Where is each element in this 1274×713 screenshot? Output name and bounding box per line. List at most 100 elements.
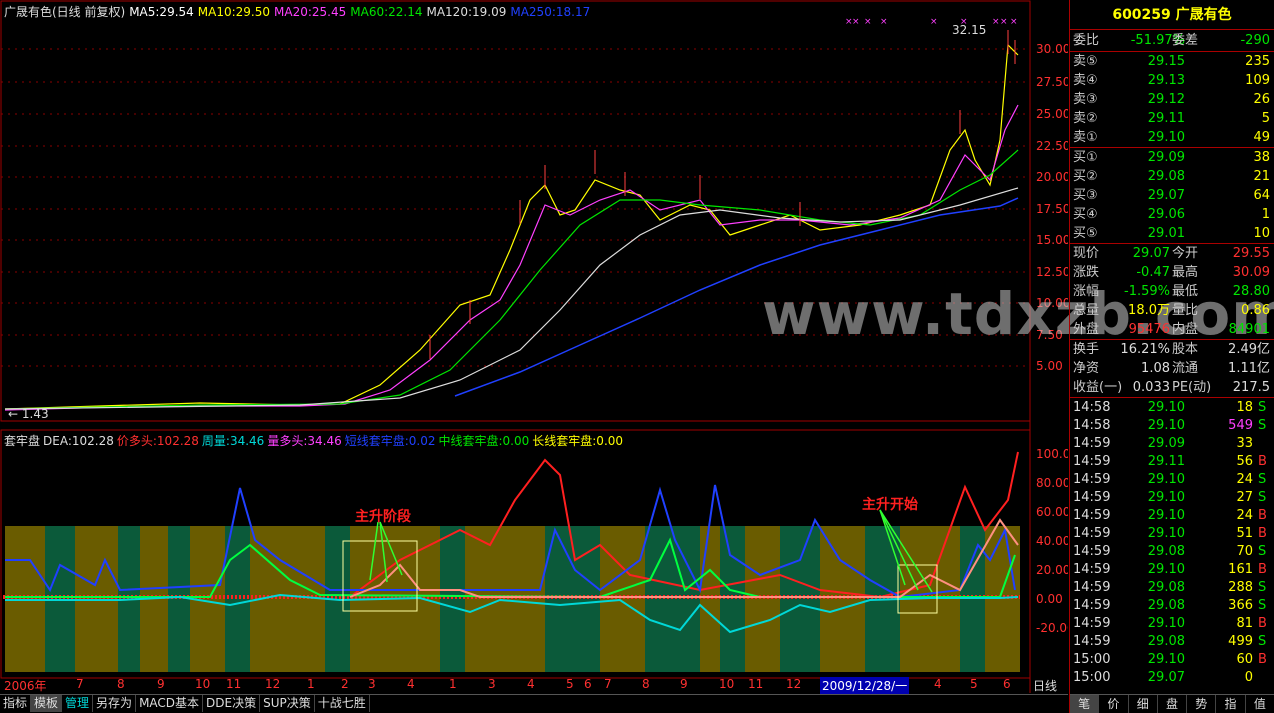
quote-tab[interactable]: 价	[1099, 695, 1129, 713]
bottom-toolbar: 指标 模板 管理 另存为 MACD基本 DDE决策 SUP决策 十战七胜	[0, 694, 1068, 713]
indicator-tick-label: 80.00	[1036, 476, 1068, 490]
tick-row: 15:00 29.10 60 B	[1070, 650, 1274, 668]
finance-row: 换手 16.21% 股本 2.49亿	[1070, 340, 1274, 359]
price-tick-label: 20.00	[1036, 170, 1068, 184]
quote-tab[interactable]: 势	[1187, 695, 1217, 713]
tick-volume: 24	[1236, 472, 1253, 487]
tick-row: 14:59 29.08 288 S	[1070, 578, 1274, 596]
tick-volume: 288	[1228, 580, 1253, 595]
quote-tab[interactable]: 盘	[1158, 695, 1188, 713]
indicator-tick-label: 40.00	[1036, 534, 1068, 548]
tick-time: 14:58	[1073, 418, 1111, 433]
date-tick-label: 9	[157, 677, 165, 691]
indicator-tick-label: 100.00	[1036, 447, 1068, 461]
stat-label: 总量	[1073, 303, 1100, 318]
ask-price: 29.10	[1147, 130, 1185, 145]
quote-tab[interactable]: 值	[1246, 695, 1274, 713]
period-label[interactable]: 日线	[1033, 677, 1057, 694]
tick-time: 14:59	[1073, 598, 1111, 613]
quote-tab[interactable]: 细	[1129, 695, 1158, 713]
tick-row: 14:58 29.10 18 S	[1070, 398, 1274, 416]
ask-volume: 235	[1245, 54, 1270, 69]
indicator-legend-item: 中线套牢盘:0.00	[438, 434, 530, 448]
tick-price: 29.10	[1147, 418, 1185, 433]
tick-side: B	[1258, 508, 1267, 523]
tick-volume: 24	[1236, 508, 1253, 523]
finance-label: PE(动)	[1172, 380, 1212, 395]
stat-value: 95476	[1128, 322, 1170, 337]
tick-volume: 27	[1236, 490, 1253, 505]
tick-side: B	[1258, 616, 1267, 631]
ma-legend-item: MA5:29.54	[129, 5, 194, 19]
toolbar-tab[interactable]: 模板	[31, 695, 63, 712]
weibi-row: 委比 -51.97% 委差 -290	[1070, 30, 1274, 52]
toolbar-tab[interactable]: 指标	[0, 695, 32, 712]
bid-label: 买③	[1073, 188, 1098, 203]
signal-marker: ×	[852, 17, 860, 27]
finance-value: 0.033	[1132, 380, 1170, 395]
indicator-band	[600, 526, 645, 672]
finance-value: 1.11亿	[1228, 361, 1270, 376]
stats-list: 现价 29.07 今开 29.55 涨跌 -0.47 最高 30.09 涨幅 -1.59% 最低 28…	[1070, 244, 1274, 340]
tick-row: 14:59 29.10 24 B	[1070, 506, 1274, 524]
toolbar-tab[interactable]: DDE决策	[203, 695, 261, 712]
bid-price: 29.01	[1147, 226, 1185, 241]
tick-list[interactable]: 14:58 29.10 18 S 14:58 29.10 549 S 14:59 29.09 33 1…	[1070, 398, 1274, 686]
date-tick-label: 4	[934, 677, 942, 691]
quote-tab[interactable]: 指	[1216, 695, 1246, 713]
indicator-tick-label: 60.00	[1036, 505, 1068, 519]
indicator-band	[745, 526, 780, 672]
bid-row: 买① 29.09 38	[1070, 148, 1274, 167]
tick-side: S	[1258, 490, 1267, 505]
tick-time: 14:59	[1073, 580, 1111, 595]
chart-area[interactable]: × × × × × × × × × 30.00 27.50 25.00 22.50 20.00 17.50…	[0, 0, 1274, 694]
toolbar-tab[interactable]: MACD基本	[136, 695, 204, 712]
tick-price: 29.10	[1147, 652, 1185, 667]
indicator-tick-label: 0.00	[1036, 592, 1063, 606]
bid-price: 29.08	[1147, 169, 1185, 184]
tick-volume: 161	[1228, 562, 1253, 577]
toolbar-tab[interactable]: 十战七胜	[315, 695, 370, 712]
bid-row: 买④ 29.06 1	[1070, 205, 1274, 224]
date-tick-label: 1	[307, 677, 315, 691]
toolbar-tab[interactable]: SUP决策	[260, 695, 315, 712]
tick-row: 14:59 29.11 56 B	[1070, 452, 1274, 470]
tick-price: 29.10	[1147, 616, 1185, 631]
date-tick-label: 7	[76, 677, 84, 691]
stock-code: 600259	[1112, 7, 1171, 23]
toolbar-tab[interactable]: 另存为	[93, 695, 137, 712]
bid-list: 买① 29.09 38 买② 29.08 21 买③ 29.07 64 买④ 29.06 1 买⑤ 29.…	[1070, 148, 1274, 244]
bid-label: 买②	[1073, 169, 1098, 184]
signal-marker: ×	[1000, 17, 1008, 27]
tick-time: 14:59	[1073, 472, 1111, 487]
tick-volume: 499	[1228, 634, 1253, 649]
price-high-label: 32.15	[952, 23, 986, 37]
tick-price: 29.07	[1147, 670, 1185, 685]
finance-value: 1.08	[1141, 361, 1170, 376]
date-tick-label: 7	[604, 677, 612, 691]
annotation-phase2: 主升开始	[862, 497, 918, 513]
weicha-label: 委差	[1172, 33, 1199, 48]
finance-value: 217.5	[1232, 380, 1270, 395]
finance-row: 收益(一) 0.033 PE(动) 217.5	[1070, 378, 1274, 397]
stat-row: 涨幅 -1.59% 最低 28.80	[1070, 282, 1274, 301]
finance-label: 股本	[1172, 342, 1199, 357]
stat-value: 29.07	[1132, 246, 1170, 261]
stat-label: 最低	[1172, 284, 1199, 299]
tick-side: S	[1258, 580, 1267, 595]
date-tick-label: 6	[1003, 677, 1011, 691]
tick-row: 14:59 29.10 27 S	[1070, 488, 1274, 506]
quote-tab[interactable]: 笔	[1070, 695, 1100, 713]
tick-volume: 18	[1236, 400, 1253, 415]
stat-value: 28.80	[1232, 284, 1270, 299]
ask-label: 卖⑤	[1073, 54, 1098, 69]
tick-side: S	[1258, 634, 1267, 649]
tick-price: 29.10	[1147, 400, 1185, 415]
ask-price: 29.13	[1147, 73, 1185, 88]
tick-time: 15:00	[1073, 670, 1111, 685]
toolbar-tab[interactable]: 管理	[62, 695, 94, 712]
tick-side: B	[1258, 526, 1267, 541]
bid-row: 买② 29.08 21	[1070, 167, 1274, 186]
ma-legend-item: MA20:25.45	[274, 5, 347, 19]
bid-price: 29.09	[1147, 150, 1185, 165]
